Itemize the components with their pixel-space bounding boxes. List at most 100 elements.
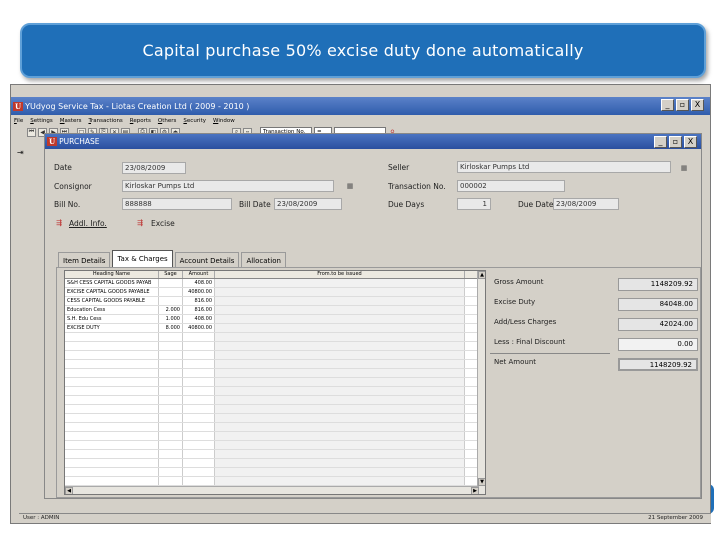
cell-amount[interactable]: 40800.00 (183, 288, 215, 296)
cell-sage[interactable] (159, 432, 183, 440)
cell-sage[interactable] (159, 396, 183, 404)
cell-heading-name[interactable] (65, 360, 159, 368)
grid-vertical-scrollbar[interactable]: ▲ ▼ (477, 271, 485, 494)
purchase-minimize-button[interactable]: _ (654, 136, 667, 148)
table-row[interactable]: CESS CAPITAL GOODS PAYABLE 816.00 (65, 297, 485, 306)
tab-account-details[interactable]: Account Details (174, 252, 240, 268)
menu-reports[interactable]: Reports (130, 118, 151, 124)
minimize-button[interactable]: _ (661, 99, 674, 111)
menu-security[interactable]: Security (183, 118, 206, 124)
table-row[interactable] (65, 387, 485, 396)
cell-amount[interactable] (183, 405, 215, 413)
menu-masters[interactable]: Masters (60, 118, 82, 124)
table-row[interactable] (65, 477, 485, 486)
table-row[interactable] (65, 423, 485, 432)
cell-sage[interactable]: 8.000 (159, 324, 183, 332)
cell-amount[interactable] (183, 441, 215, 449)
menu-settings[interactable]: Settings (30, 118, 53, 124)
date-field[interactable]: 23/08/2009 (122, 162, 186, 174)
cell-form[interactable] (215, 396, 465, 404)
table-row[interactable] (65, 342, 485, 351)
due-days-field[interactable]: 1 (457, 198, 491, 210)
cell-heading-name[interactable] (65, 369, 159, 377)
cell-form[interactable] (215, 450, 465, 458)
cell-amount[interactable] (183, 360, 215, 368)
table-row[interactable] (65, 432, 485, 441)
final-discount-field[interactable]: 0.00 (618, 338, 698, 351)
cell-heading-name[interactable]: S.H. Edu Cess (65, 315, 159, 323)
cell-sage[interactable] (159, 342, 183, 350)
cell-sage[interactable] (159, 477, 183, 485)
table-row[interactable] (65, 441, 485, 450)
cell-form[interactable] (215, 459, 465, 467)
cell-sage[interactable] (159, 414, 183, 422)
cell-heading-name[interactable]: CESS CAPITAL GOODS PAYABLE (65, 297, 159, 305)
cell-amount[interactable]: 408.00 (183, 315, 215, 323)
table-row[interactable] (65, 414, 485, 423)
menu-others[interactable]: Others (158, 118, 177, 124)
table-row[interactable] (65, 405, 485, 414)
table-row[interactable] (65, 459, 485, 468)
table-row[interactable] (65, 333, 485, 342)
cell-heading-name[interactable] (65, 342, 159, 350)
cell-sage[interactable] (159, 378, 183, 386)
table-row[interactable] (65, 360, 485, 369)
cell-heading-name[interactable]: S&H CESS CAPITAL GOODS PAYAB (65, 279, 159, 287)
scroll-up-icon[interactable]: ▲ (478, 271, 485, 279)
cell-sage[interactable] (159, 459, 183, 467)
cell-heading-name[interactable] (65, 333, 159, 341)
cell-form[interactable] (215, 405, 465, 413)
cell-form[interactable] (215, 288, 465, 296)
cell-sage[interactable] (159, 297, 183, 305)
menu-window[interactable]: Window (213, 118, 235, 124)
scroll-down-icon[interactable]: ▼ (478, 478, 485, 486)
table-row[interactable] (65, 450, 485, 459)
cell-amount[interactable] (183, 342, 215, 350)
cell-heading-name[interactable] (65, 405, 159, 413)
transaction-no-field[interactable]: 000002 (457, 180, 565, 192)
cell-sage[interactable] (159, 423, 183, 431)
cell-heading-name[interactable] (65, 423, 159, 431)
cell-amount[interactable] (183, 432, 215, 440)
cell-heading-name[interactable] (65, 414, 159, 422)
close-button[interactable]: X (691, 99, 704, 111)
table-row[interactable] (65, 351, 485, 360)
cell-form[interactable] (215, 414, 465, 422)
cell-heading-name[interactable] (65, 432, 159, 440)
cell-amount[interactable] (183, 396, 215, 404)
cell-amount[interactable]: 408.00 (183, 279, 215, 287)
table-row[interactable] (65, 378, 485, 387)
pin-icon[interactable]: ⇥ (17, 148, 24, 157)
cell-sage[interactable] (159, 450, 183, 458)
cell-amount[interactable] (183, 369, 215, 377)
table-row[interactable] (65, 468, 485, 477)
cell-form[interactable] (215, 477, 465, 485)
cell-heading-name[interactable] (65, 477, 159, 485)
cell-sage[interactable] (159, 351, 183, 359)
menu-transactions[interactable]: Transactions (88, 118, 122, 124)
due-date-field[interactable]: 23/08/2009 (553, 198, 619, 210)
cell-amount[interactable] (183, 333, 215, 341)
cell-sage[interactable]: 2.000 (159, 306, 183, 314)
cell-form[interactable] (215, 369, 465, 377)
cell-form[interactable] (215, 423, 465, 431)
cell-heading-name[interactable] (65, 441, 159, 449)
cell-heading-name[interactable]: EXCISE DUTY (65, 324, 159, 332)
table-row[interactable]: EXCISE DUTY 8.000 40800.00 (65, 324, 485, 333)
tab-allocation[interactable]: Allocation (241, 252, 286, 268)
restore-button[interactable]: ▫ (676, 99, 689, 111)
addl-info-link[interactable]: Addl. Info. (69, 219, 107, 228)
cell-sage[interactable] (159, 369, 183, 377)
cell-form[interactable] (215, 468, 465, 476)
cell-sage[interactable] (159, 360, 183, 368)
cell-heading-name[interactable] (65, 459, 159, 467)
cell-form[interactable] (215, 342, 465, 350)
bill-no-field[interactable]: 888888 (122, 198, 232, 210)
cell-amount[interactable] (183, 468, 215, 476)
purchase-close-button[interactable]: X (684, 136, 697, 148)
bill-date-field[interactable]: 23/08/2009 (274, 198, 342, 210)
cell-heading-name[interactable]: Education Cess (65, 306, 159, 314)
cell-amount[interactable]: 816.00 (183, 306, 215, 314)
first-record-icon[interactable]: ⏮ (27, 127, 36, 137)
cell-heading-name[interactable] (65, 378, 159, 386)
